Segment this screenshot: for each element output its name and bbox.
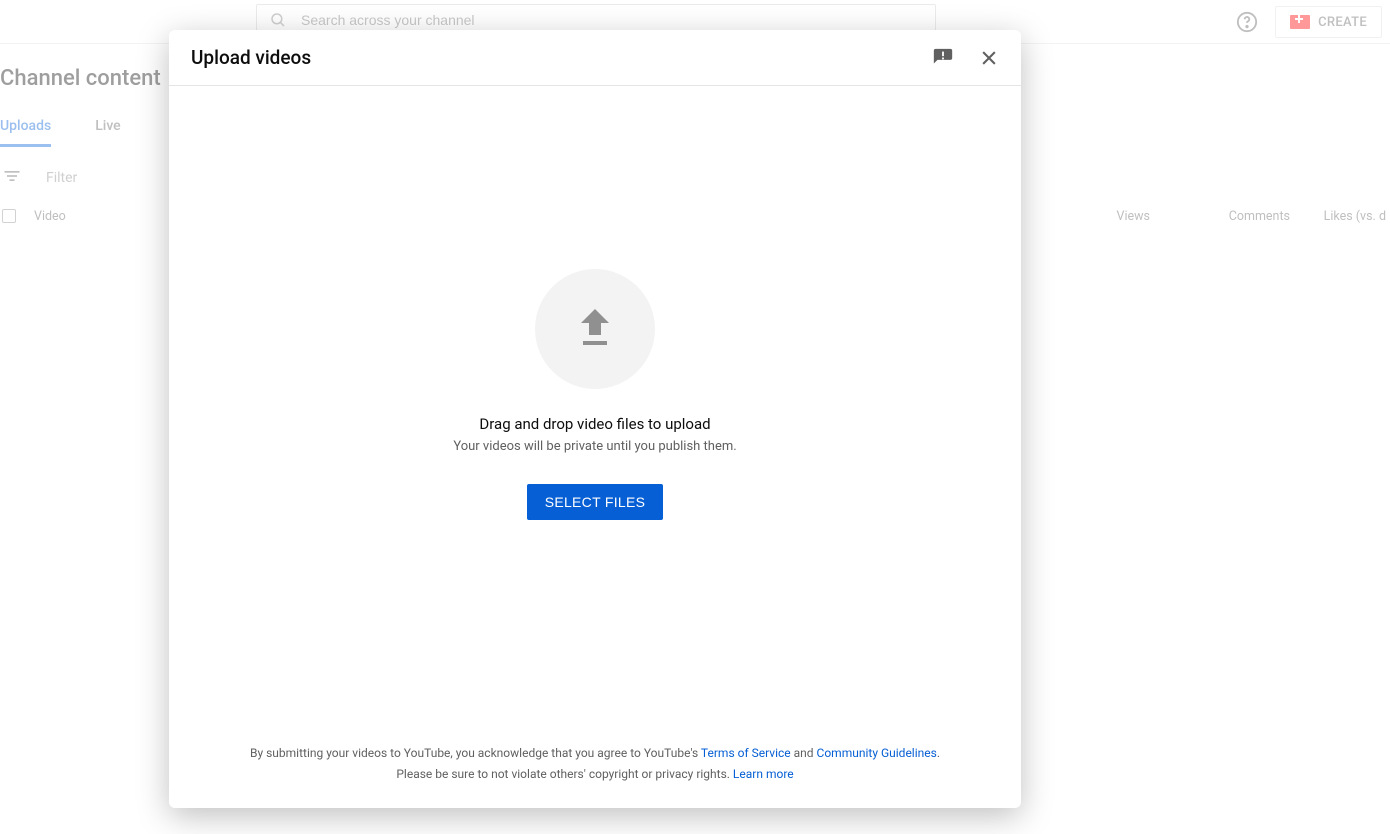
learn-more-link[interactable]: Learn more xyxy=(733,767,794,781)
help-button[interactable] xyxy=(1233,8,1261,36)
footer-pre: By submitting your videos to YouTube, yo… xyxy=(250,746,701,760)
footer-and: and xyxy=(791,746,817,760)
footer-period: . xyxy=(937,746,940,760)
upload-icon-circle xyxy=(535,269,655,389)
column-views[interactable]: Views xyxy=(1050,209,1150,224)
tab-uploads[interactable]: Uploads xyxy=(0,118,51,147)
column-video[interactable]: Video xyxy=(34,209,66,224)
column-comments[interactable]: Comments xyxy=(1150,209,1290,224)
page-title: Channel content xyxy=(0,66,161,91)
modal-title: Upload videos xyxy=(191,46,311,69)
terms-of-service-link[interactable]: Terms of Service xyxy=(701,746,791,760)
create-camera-icon xyxy=(1290,15,1310,29)
select-all-checkbox[interactable] xyxy=(2,209,16,223)
tab-live[interactable]: Live xyxy=(95,118,120,147)
modal-footer: By submitting your videos to YouTube, yo… xyxy=(169,743,1021,808)
upload-modal: Upload videos Drag and drop video files … xyxy=(169,30,1021,808)
tabs: Uploads Live xyxy=(0,118,121,147)
column-likes[interactable]: Likes (vs. d xyxy=(1290,209,1390,224)
search-input[interactable] xyxy=(301,12,923,28)
close-button[interactable] xyxy=(975,44,1003,72)
upload-drop-zone[interactable]: Drag and drop video files to upload Your… xyxy=(169,86,1021,743)
drop-main-text: Drag and drop video files to upload xyxy=(479,415,710,433)
create-label: CREATE xyxy=(1318,15,1367,30)
filter-placeholder[interactable]: Filter xyxy=(46,170,77,186)
modal-header: Upload videos xyxy=(169,30,1021,86)
search-icon xyxy=(269,11,287,29)
filter-icon[interactable] xyxy=(2,166,22,190)
send-feedback-button[interactable] xyxy=(929,44,957,72)
create-button[interactable]: CREATE xyxy=(1275,6,1382,38)
upload-arrow-icon xyxy=(571,303,619,355)
drop-sub-text: Your videos will be private until you pu… xyxy=(453,439,736,454)
select-files-button[interactable]: SELECT FILES xyxy=(527,484,664,520)
footer-line2: Please be sure to not violate others' co… xyxy=(396,767,733,781)
community-guidelines-link[interactable]: Community Guidelines xyxy=(817,746,937,760)
